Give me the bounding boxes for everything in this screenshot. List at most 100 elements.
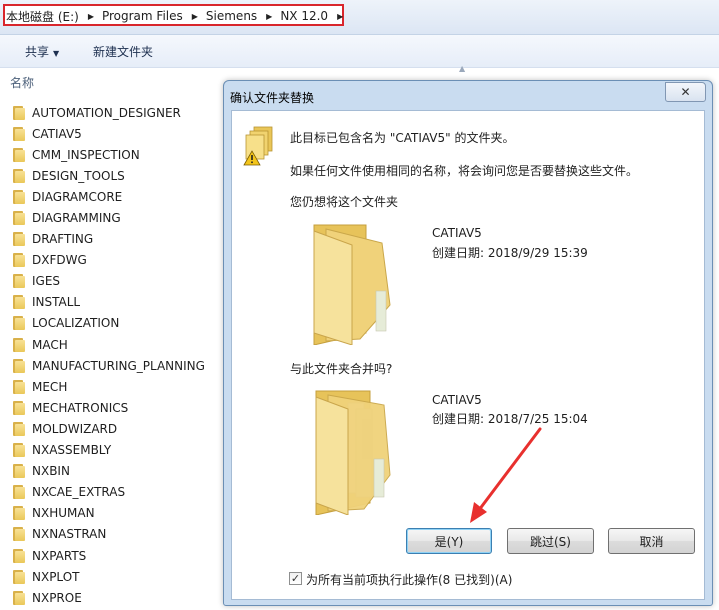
- list-item[interactable]: NXNASTRAN: [12, 524, 205, 545]
- column-header-name[interactable]: 名称: [10, 74, 34, 91]
- file-name: CMM_INSPECTION: [32, 147, 140, 162]
- file-name: NXPARTS: [32, 548, 87, 563]
- prompt-merge: 与此文件夹合并吗?: [290, 362, 393, 376]
- list-item[interactable]: DESIGN_TOOLS: [12, 165, 205, 186]
- file-name: CATIAV5: [32, 126, 82, 141]
- dialog-title: 确认文件夹替换: [230, 91, 315, 105]
- list-item[interactable]: AUTOMATION_DESIGNER: [12, 102, 205, 123]
- breadcrumb-arrow-icon[interactable]: ▶: [88, 12, 94, 21]
- file-name: MOLDWIZARD: [32, 421, 118, 436]
- list-item[interactable]: MOLDWIZARD: [12, 418, 205, 439]
- file-name: DIAGRAMMING: [32, 211, 121, 226]
- chevron-down-icon: ▼: [53, 49, 60, 58]
- breadcrumb: 本地磁盘 (E:) ▶ Program Files ▶ Siemens ▶ NX…: [6, 8, 351, 24]
- file-name: INSTALL: [32, 295, 81, 310]
- folder-icon: [12, 421, 25, 436]
- warning-folder-icon: [243, 126, 273, 166]
- file-name: MANUFACTURING_PLANNING: [32, 358, 205, 373]
- folder-icon: [12, 569, 25, 584]
- list-item[interactable]: NXPARTS: [12, 545, 205, 566]
- file-name: MECH: [32, 379, 68, 394]
- breadcrumb-nx12[interactable]: NX 12.0: [280, 9, 328, 23]
- prompt-keep-folder: 您仍想将这个文件夹: [290, 195, 399, 209]
- list-item[interactable]: NXPLOT: [12, 566, 205, 587]
- folder-icon: [12, 337, 25, 352]
- folder-icon: [12, 189, 25, 204]
- breadcrumb-drive[interactable]: 本地磁盘 (E:): [6, 8, 79, 25]
- breadcrumb-arrow-icon[interactable]: ▶: [192, 12, 198, 21]
- file-name: NXHUMAN: [32, 506, 95, 521]
- file-name: MECHATRONICS: [32, 400, 129, 415]
- list-item[interactable]: MACH: [12, 334, 205, 355]
- file-name: NXPROE: [32, 590, 82, 605]
- folder-icon: [12, 105, 25, 120]
- incoming-folder-name: CATIAV5: [432, 393, 482, 407]
- breadcrumb-siemens[interactable]: Siemens: [206, 9, 257, 23]
- folder-icon: [12, 211, 25, 226]
- folder-icon: [12, 295, 25, 310]
- list-item[interactable]: CMM_INSPECTION: [12, 144, 205, 165]
- file-name: IGES: [32, 274, 61, 289]
- list-item[interactable]: NXASSEMBLY: [12, 440, 205, 461]
- dialog-body: 此目标已包含名为 "CATIAV5" 的文件夹。 如果任何文件使用相同的名称，将…: [231, 110, 705, 600]
- incoming-folder-date: 创建日期: 2018/7/25 15:04: [432, 412, 588, 426]
- new-folder-button[interactable]: 新建文件夹: [93, 43, 153, 60]
- folder-icon: [12, 527, 25, 542]
- close-button[interactable]: ✕: [665, 82, 706, 102]
- file-name: MACH: [32, 337, 68, 352]
- breadcrumb-program-files[interactable]: Program Files: [102, 9, 183, 23]
- file-name: DIAGRAMCORE: [32, 189, 123, 204]
- list-item[interactable]: MECHATRONICS: [12, 397, 205, 418]
- folder-icon: [12, 464, 25, 479]
- yes-button[interactable]: 是(Y): [406, 528, 492, 554]
- list-item[interactable]: NXPROE: [12, 587, 205, 608]
- list-item[interactable]: MANUFACTURING_PLANNING: [12, 355, 205, 376]
- existing-folder-name: CATIAV5: [432, 226, 482, 240]
- chevron-up-icon: ▲: [459, 64, 466, 73]
- share-button-label: 共享: [25, 45, 50, 59]
- file-name: AUTOMATION_DESIGNER: [32, 105, 181, 120]
- apply-all-label[interactable]: 为所有当前项执行此操作(8 已找到)(A): [306, 571, 512, 588]
- incoming-folder-icon: [315, 390, 391, 515]
- close-icon: ✕: [680, 85, 691, 99]
- list-item[interactable]: NXBIN: [12, 461, 205, 482]
- folder-icon: [12, 253, 25, 268]
- apply-all-checkbox[interactable]: ✓: [289, 572, 302, 585]
- list-item[interactable]: DIAGRAMCORE: [12, 186, 205, 207]
- folder-icon: [12, 126, 25, 141]
- message-replace-note: 如果任何文件使用相同的名称，将会询问您是否要替换这些文件。: [290, 164, 639, 178]
- file-name: NXBIN: [32, 464, 70, 479]
- breadcrumb-arrow-icon[interactable]: ▶: [266, 12, 272, 21]
- cancel-button[interactable]: 取消: [608, 528, 695, 554]
- list-item[interactable]: DRAFTING: [12, 229, 205, 250]
- folder-icon: [12, 379, 25, 394]
- list-item[interactable]: CATIAV5: [12, 123, 205, 144]
- list-item[interactable]: INSTALL: [12, 292, 205, 313]
- file-name: DESIGN_TOOLS: [32, 168, 125, 183]
- folder-icon: [12, 506, 25, 521]
- folder-icon: [12, 400, 25, 415]
- file-name: NXPLOT: [32, 569, 80, 584]
- file-name: NXCAE_EXTRAS: [32, 485, 126, 500]
- file-name: DXFDWG: [32, 253, 87, 268]
- message-exists: 此目标已包含名为 "CATIAV5" 的文件夹。: [290, 131, 515, 145]
- list-item[interactable]: NXCAE_EXTRAS: [12, 482, 205, 503]
- folder-icon: [12, 485, 25, 500]
- share-button[interactable]: 共享 ▼: [25, 43, 59, 60]
- list-item[interactable]: MECH: [12, 376, 205, 397]
- file-name: DRAFTING: [32, 232, 94, 247]
- address-bar[interactable]: 本地磁盘 (E:) ▶ Program Files ▶ Siemens ▶ NX…: [0, 0, 719, 35]
- list-item[interactable]: NXHUMAN: [12, 503, 205, 524]
- confirm-folder-replace-dialog: 确认文件夹替换 ✕ 此目标已包含名为 "CATIAV5" 的文件夹。 如果任何文…: [223, 80, 713, 606]
- breadcrumb-arrow-icon[interactable]: ▶: [337, 12, 343, 21]
- list-item[interactable]: LOCALIZATION: [12, 313, 205, 334]
- list-item[interactable]: IGES: [12, 271, 205, 292]
- existing-folder-icon: [313, 224, 391, 345]
- file-name: LOCALIZATION: [32, 316, 120, 331]
- folder-icon: [12, 232, 25, 247]
- existing-folder-date: 创建日期: 2018/9/29 15:39: [432, 246, 588, 260]
- folder-icon: [12, 548, 25, 563]
- list-item[interactable]: DIAGRAMMING: [12, 207, 205, 228]
- list-item[interactable]: DXFDWG: [12, 250, 205, 271]
- skip-button[interactable]: 跳过(S): [507, 528, 594, 554]
